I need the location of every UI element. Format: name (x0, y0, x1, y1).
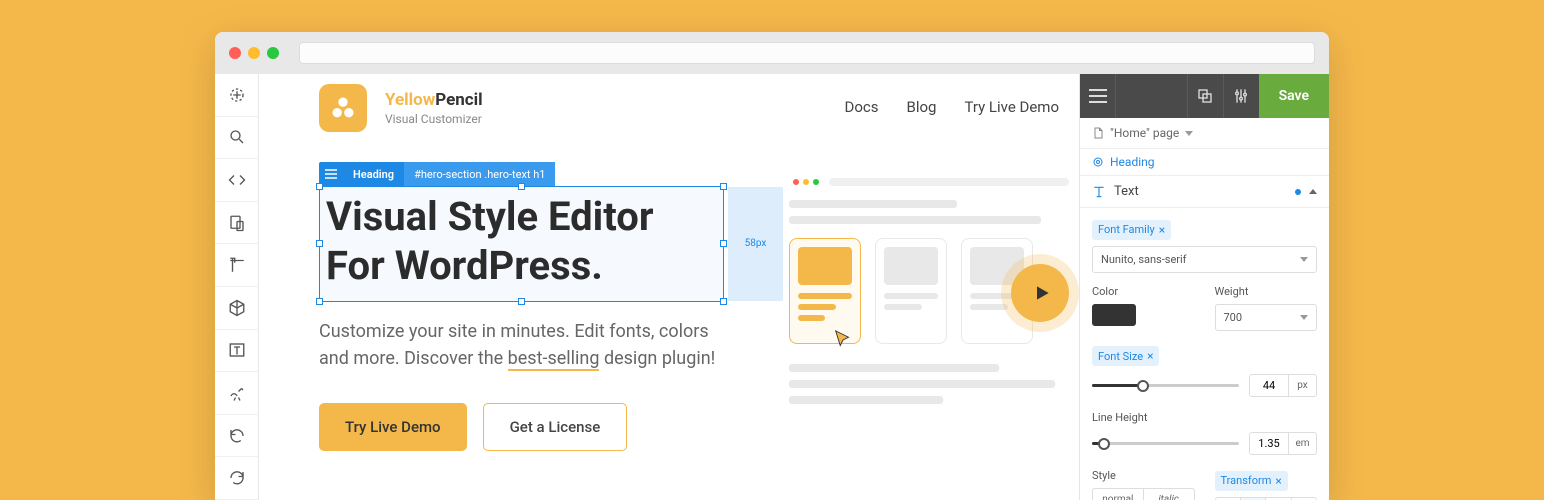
font-size-tag[interactable]: Font Size× (1092, 346, 1159, 366)
modified-indicator (1295, 189, 1301, 195)
breadcrumb[interactable]: "Home" page (1080, 118, 1329, 149)
transform-segmented[interactable]: no Aa AA aa (1215, 497, 1318, 500)
minimize-dot[interactable] (248, 47, 260, 59)
style-normal[interactable]: normal (1093, 489, 1144, 500)
responsive-icon[interactable] (215, 202, 258, 245)
target-icon (1092, 156, 1104, 168)
font-size-slider[interactable] (1092, 379, 1239, 393)
line-height-slider[interactable] (1092, 437, 1239, 451)
url-bar[interactable] (299, 42, 1315, 64)
browser-window: Docs Blog Try Live Demo YellowPencil Vis… (215, 32, 1329, 500)
panel-menu-icon[interactable] (1080, 74, 1116, 118)
resize-handle[interactable] (316, 240, 323, 247)
try-demo-button[interactable]: Try Live Demo (319, 403, 467, 451)
selected-element[interactable]: Visual Style Editor For WordPress. 58px (319, 186, 724, 302)
page-icon (1092, 127, 1104, 139)
nav-demo[interactable]: Try Live Demo (964, 98, 1059, 116)
resize-handle[interactable] (720, 240, 727, 247)
left-toolbar (215, 74, 259, 500)
nav-docs[interactable]: Docs (845, 98, 879, 116)
selector-tool-icon[interactable] (215, 74, 258, 117)
selection-label: Heading (343, 168, 404, 181)
color-label: Color (1092, 285, 1195, 298)
resize-handle[interactable] (316, 183, 323, 190)
line-height-input[interactable]: em (1249, 432, 1317, 455)
traffic-lights (229, 47, 279, 59)
cursor-icon (832, 329, 854, 351)
canvas[interactable]: Docs Blog Try Live Demo YellowPencil Vis… (259, 74, 1079, 500)
hero-paragraph[interactable]: Customize your site in minutes. Edit fon… (319, 318, 739, 374)
style-italic[interactable]: italic (1144, 489, 1194, 500)
selection-menu-icon[interactable] (319, 169, 343, 179)
close-dot[interactable] (229, 47, 241, 59)
clear-icon[interactable]: × (1159, 223, 1165, 237)
style-segmented[interactable]: normal italic (1092, 488, 1195, 500)
redo-icon[interactable] (215, 457, 258, 500)
resize-handle[interactable] (518, 298, 525, 305)
resize-handle[interactable] (518, 183, 525, 190)
maximize-dot[interactable] (267, 47, 279, 59)
brand-tagline: Visual Customizer (385, 112, 483, 126)
text-section-body: Font Family× Nunito, sans-serif Color We… (1080, 208, 1329, 500)
transform-tag[interactable]: Transform× (1215, 471, 1288, 491)
font-family-tag[interactable]: Font Family× (1092, 220, 1171, 240)
chevron-down-icon (1300, 257, 1308, 262)
logo-icon (319, 84, 367, 132)
weight-select[interactable]: 700 (1215, 304, 1318, 331)
get-license-button[interactable]: Get a License (483, 403, 628, 451)
typography-icon[interactable] (215, 330, 258, 373)
clear-icon[interactable]: × (1275, 474, 1281, 488)
animation-icon[interactable] (215, 372, 258, 415)
settings-icon[interactable] (1223, 74, 1259, 118)
code-icon[interactable] (215, 159, 258, 202)
undo-icon[interactable] (215, 415, 258, 458)
mockup-card (875, 238, 947, 344)
play-button[interactable] (1011, 264, 1069, 322)
text-section-header[interactable]: Text (1080, 175, 1329, 208)
font-size-input[interactable]: px (1249, 374, 1317, 397)
browser-chrome (215, 32, 1329, 74)
margin-indicator: 58px (728, 187, 783, 301)
search-icon[interactable] (215, 117, 258, 160)
clear-icon[interactable]: × (1147, 349, 1153, 363)
layout-icon[interactable] (215, 244, 258, 287)
brand-name: YellowPencil (385, 90, 483, 110)
chevron-down-icon (1300, 315, 1308, 320)
selection-wrapper: Heading #hero-section .hero-text h1 Visu… (319, 162, 724, 302)
copy-icon[interactable] (1187, 74, 1223, 118)
resize-handle[interactable] (720, 183, 727, 190)
save-button[interactable]: Save (1259, 74, 1329, 118)
cube-icon[interactable] (215, 287, 258, 330)
style-label: Style (1092, 469, 1195, 482)
hero-heading[interactable]: Visual Style Editor For WordPress. (326, 193, 715, 291)
panel-toolbar: Save (1080, 74, 1329, 118)
properties-panel: Save "Home" page Heading Text (1079, 74, 1329, 500)
site-nav: Docs Blog Try Live Demo (845, 98, 1060, 116)
selection-path: #hero-section .hero-text h1 (404, 162, 555, 186)
chevron-down-icon (1185, 131, 1193, 136)
chevron-up-icon (1309, 189, 1317, 194)
weight-label: Weight (1215, 285, 1318, 298)
heading-crumb[interactable]: Heading (1080, 149, 1329, 175)
nav-blog[interactable]: Blog (907, 98, 937, 116)
color-swatch[interactable] (1092, 304, 1136, 326)
font-family-select[interactable]: Nunito, sans-serif (1092, 246, 1317, 273)
mockup-card (789, 238, 861, 344)
line-height-label: Line Height (1092, 411, 1317, 424)
resize-handle[interactable] (316, 298, 323, 305)
text-icon (1092, 185, 1106, 199)
resize-handle[interactable] (720, 298, 727, 305)
